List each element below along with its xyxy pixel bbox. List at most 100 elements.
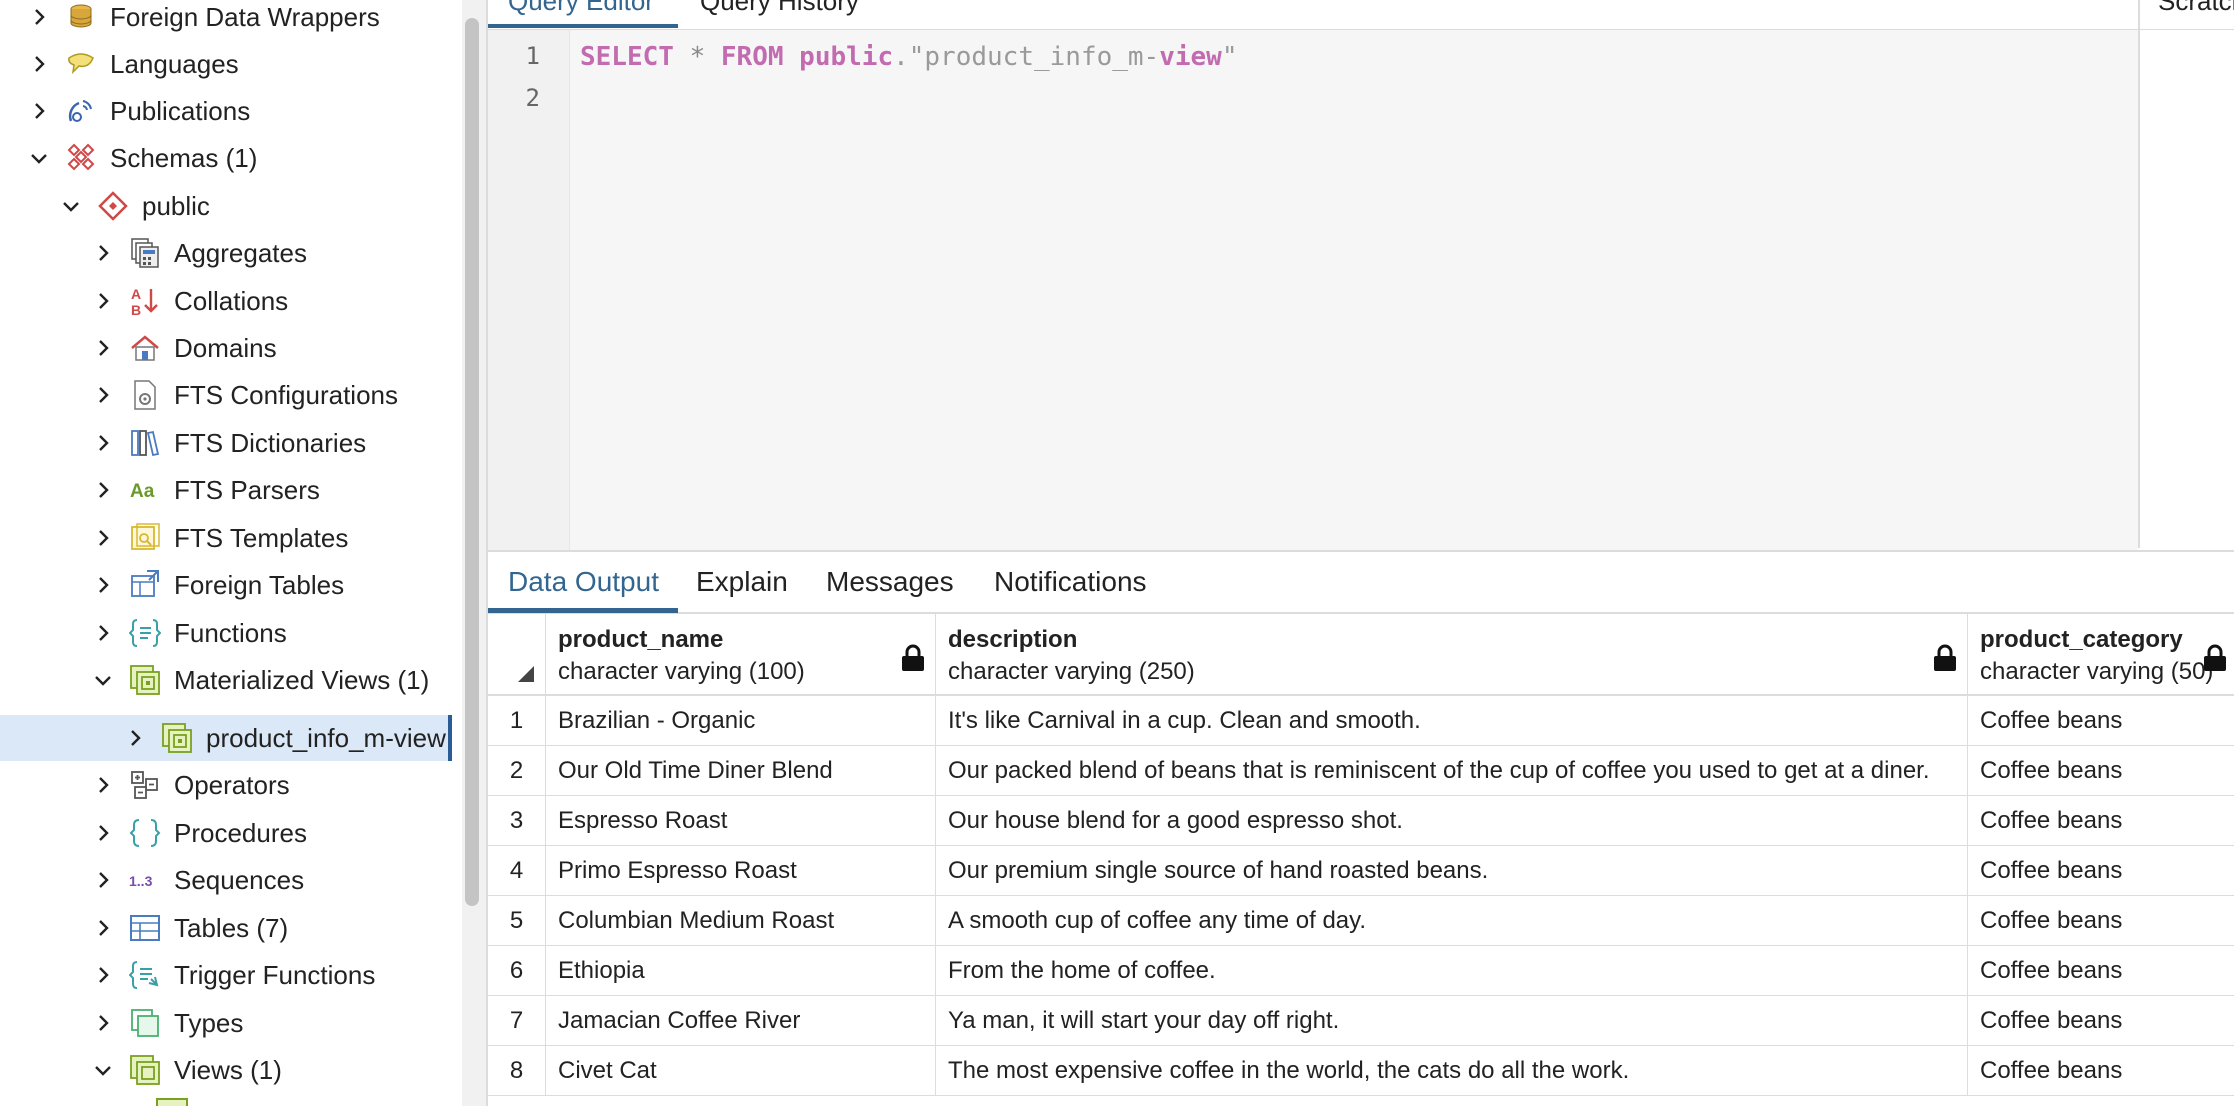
tree-item-functions[interactable]: Functions	[0, 610, 452, 656]
chevron-right-icon[interactable]	[92, 432, 114, 454]
tab-query-editor[interactable]: Query Editor	[508, 0, 654, 17]
tree-item-languages[interactable]: Languages	[0, 41, 452, 87]
row-number[interactable]: 2	[488, 746, 546, 796]
chevron-right-icon[interactable]	[92, 1012, 114, 1034]
tree-item-foreign-tables[interactable]: Foreign Tables	[0, 562, 452, 608]
cell-product-category[interactable]: Coffee beans	[1968, 696, 2234, 746]
cell-product-name[interactable]: Ethiopia	[546, 946, 936, 996]
tree-item-fts-dictionaries[interactable]: FTS Dictionaries	[0, 420, 452, 466]
cell-product-name[interactable]: Civet Cat	[546, 1046, 936, 1096]
tree-scrollbar-thumb[interactable]	[465, 18, 479, 906]
tree-item-domains[interactable]: Domains	[0, 325, 452, 371]
tab-messages[interactable]: Messages	[826, 566, 954, 598]
cell-product-name[interactable]: Espresso Roast	[546, 796, 936, 846]
chevron-right-icon[interactable]	[92, 479, 114, 501]
cell-description[interactable]: Ya man, it will start your day off right…	[936, 996, 1968, 1046]
chevron-right-icon[interactable]	[92, 964, 114, 986]
cell-description[interactable]: It's like Carnival in a cup. Clean and s…	[936, 696, 1968, 746]
chevron-right-icon[interactable]	[92, 337, 114, 359]
row-number[interactable]: 3	[488, 796, 546, 846]
code-line[interactable]: SELECT * FROM public."product_info_m-vie…	[580, 42, 1238, 72]
cell-product-name[interactable]: Jamacian Coffee River	[546, 996, 936, 1046]
tree-item-materialized-views[interactable]: Materialized Views (1)	[0, 657, 452, 703]
chevron-right-icon[interactable]	[92, 290, 114, 312]
cell-product-category[interactable]: Coffee beans	[1968, 746, 2234, 796]
chevron-down-icon[interactable]	[28, 147, 50, 169]
chevron-right-icon[interactable]	[92, 869, 114, 891]
tab-notifications[interactable]: Notifications	[994, 566, 1147, 598]
tree-item-collations[interactable]: AB Collations	[0, 278, 452, 324]
table-row[interactable]: 3 Espresso Roast Our house blend for a g…	[488, 796, 2234, 846]
table-row[interactable]: 7 Jamacian Coffee River Ya man, it will …	[488, 996, 2234, 1046]
chevron-right-icon[interactable]	[28, 53, 50, 75]
tree-item-operators[interactable]: Operators	[0, 762, 452, 808]
chevron-right-icon[interactable]	[28, 6, 50, 28]
cell-description[interactable]: The most expensive coffee in the world, …	[936, 1046, 1968, 1096]
column-header-product-name[interactable]: product_name character varying (100)	[546, 614, 936, 696]
cell-product-category[interactable]: Coffee beans	[1968, 946, 2234, 996]
tree-item-aggregates[interactable]: Aggregates	[0, 230, 452, 276]
scratch-pad-divider[interactable]	[2138, 0, 2140, 548]
chevron-right-icon[interactable]	[28, 100, 50, 122]
chevron-down-icon[interactable]	[92, 1059, 114, 1081]
tree-item-trigger-functions[interactable]: Trigger Functions	[0, 952, 452, 998]
chevron-right-icon[interactable]	[92, 574, 114, 596]
row-number[interactable]: 8	[488, 1046, 546, 1096]
sql-editor[interactable]: 1 2 SELECT * FROM public."product_info_m…	[488, 30, 2138, 550]
tree-item-publications[interactable]: Publications	[0, 88, 452, 134]
tree-item-fts-parsers[interactable]: Aa FTS Parsers	[0, 467, 452, 513]
cell-product-category[interactable]: Coffee beans	[1968, 896, 2234, 946]
chevron-down-icon[interactable]	[92, 669, 114, 691]
chevron-down-icon[interactable]	[60, 195, 82, 217]
tab-query-history[interactable]: Query History	[700, 0, 859, 17]
table-row[interactable]: 2 Our Old Time Diner Blend Our packed bl…	[488, 746, 2234, 796]
cell-product-category[interactable]: Coffee beans	[1968, 796, 2234, 846]
tab-scratch-pad[interactable]: Scratch	[2158, 0, 2234, 17]
chevron-right-icon[interactable]	[92, 527, 114, 549]
cell-description[interactable]: From the home of coffee.	[936, 946, 1968, 996]
table-row[interactable]: 6 Ethiopia From the home of coffee. Coff…	[488, 946, 2234, 996]
column-header-product-category[interactable]: product_category character varying (50)	[1968, 614, 2234, 696]
cell-description[interactable]: A smooth cup of coffee any time of day.	[936, 896, 1968, 946]
chevron-right-icon[interactable]	[92, 622, 114, 644]
tree-item-tables[interactable]: Tables (7)	[0, 905, 452, 951]
cell-description[interactable]: Our house blend for a good espresso shot…	[936, 796, 1968, 846]
row-number[interactable]: 7	[488, 996, 546, 1046]
cell-product-category[interactable]: Coffee beans	[1968, 996, 2234, 1046]
column-header-description[interactable]: description character varying (250)	[936, 614, 1968, 696]
tree-item-procedures[interactable]: Procedures	[0, 810, 452, 856]
cell-product-category[interactable]: Coffee beans	[1968, 846, 2234, 896]
tab-explain[interactable]: Explain	[696, 566, 788, 598]
tree-item-product-info-m-view[interactable]: product_info_m-view	[0, 715, 452, 761]
cell-product-category[interactable]: Coffee beans	[1968, 1046, 2234, 1096]
select-all-corner[interactable]	[488, 614, 546, 696]
tree-item-fts-templates[interactable]: FTS Templates	[0, 515, 452, 561]
table-row[interactable]: 1 Brazilian - Organic It's like Carnival…	[488, 696, 2234, 746]
tree-item-public-schema[interactable]: public	[0, 183, 452, 229]
table-row[interactable]: 5 Columbian Medium Roast A smooth cup of…	[488, 896, 2234, 946]
tree-item-foreign-data-wrappers[interactable]: Foreign Data Wrappers	[0, 0, 452, 40]
row-number[interactable]: 1	[488, 696, 546, 746]
row-number[interactable]: 5	[488, 896, 546, 946]
cell-product-name[interactable]: Brazilian - Organic	[546, 696, 936, 746]
tree-item-schemas[interactable]: Schemas (1)	[0, 135, 452, 181]
table-row[interactable]: 4 Primo Espresso Roast Our premium singl…	[488, 846, 2234, 896]
cell-description[interactable]: Our premium single source of hand roaste…	[936, 846, 1968, 896]
chevron-right-icon[interactable]	[92, 242, 114, 264]
cell-product-name[interactable]: Our Old Time Diner Blend	[546, 746, 936, 796]
cell-description[interactable]: Our packed blend of beans that is remini…	[936, 746, 1968, 796]
row-number[interactable]: 6	[488, 946, 546, 996]
tab-data-output[interactable]: Data Output	[508, 566, 659, 598]
table-row[interactable]: 8 Civet Cat The most expensive coffee in…	[488, 1046, 2234, 1096]
chevron-right-icon[interactable]	[92, 774, 114, 796]
tree-item-sequences[interactable]: 1..3 Sequences	[0, 857, 452, 903]
cell-product-name[interactable]: Columbian Medium Roast	[546, 896, 936, 946]
chevron-right-icon[interactable]	[124, 727, 146, 749]
tree-item-fts-configurations[interactable]: FTS Configurations	[0, 372, 452, 418]
row-number[interactable]: 4	[488, 846, 546, 896]
chevron-right-icon[interactable]	[92, 917, 114, 939]
tree-item-views[interactable]: Views (1)	[0, 1047, 452, 1093]
tree-item-types[interactable]: Types	[0, 1000, 452, 1046]
cell-product-name[interactable]: Primo Espresso Roast	[546, 846, 936, 896]
chevron-right-icon[interactable]	[92, 822, 114, 844]
